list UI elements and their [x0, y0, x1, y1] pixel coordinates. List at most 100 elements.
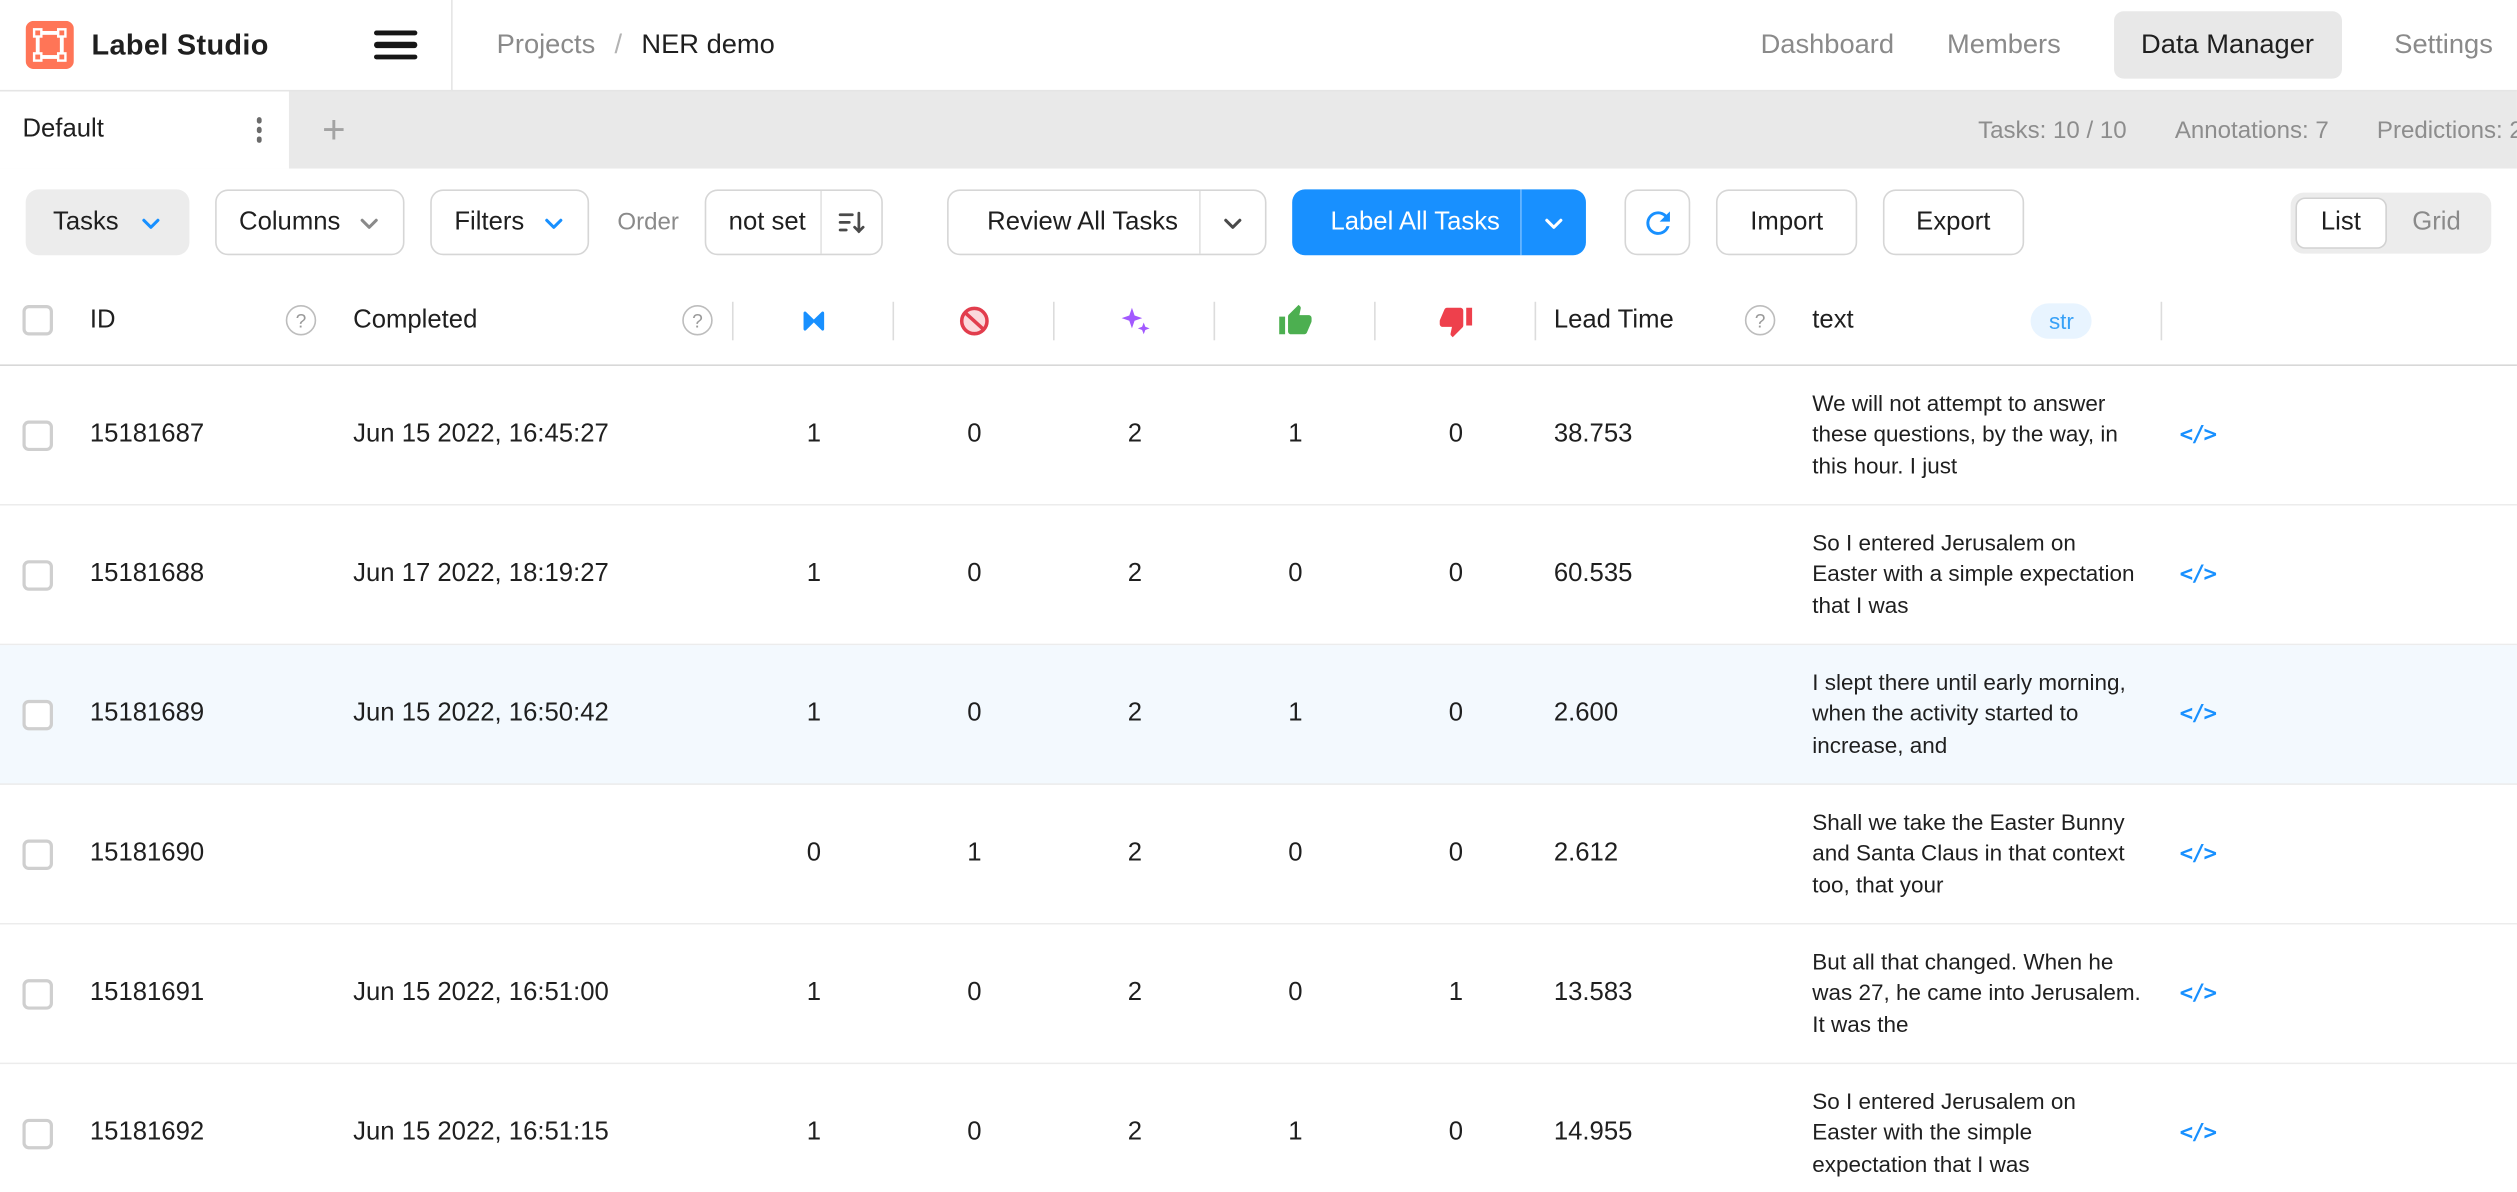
- thumbs-up-icon: [1278, 303, 1313, 338]
- row-checkbox-cell: [0, 559, 74, 589]
- table-row[interactable]: 15181690 0 1 2 0 0 2.612 Shall we take t…: [0, 785, 2517, 925]
- task-text-cell: So I entered Jerusalem on Easter with th…: [1793, 1064, 2162, 1192]
- task-rejected-count: 0: [1376, 1119, 1537, 1148]
- row-checkbox[interactable]: [22, 699, 52, 729]
- row-checkbox[interactable]: [22, 978, 52, 1008]
- table-row[interactable]: 15181691 Jun 15 2022, 16:51:00 1 0 2 0 1…: [0, 925, 2517, 1065]
- tab-default[interactable]: Default: [0, 91, 289, 168]
- column-header-text[interactable]: text str: [1793, 276, 2162, 364]
- row-checkbox-cell: [0, 420, 74, 450]
- table-row[interactable]: 15181687 Jun 15 2022, 16:45:27 1 0 2 1 0…: [0, 366, 2517, 506]
- row-checkbox[interactable]: [22, 559, 52, 589]
- chevron-down-icon: [1543, 211, 1565, 233]
- view-grid-button[interactable]: Grid: [2387, 197, 2487, 248]
- table-row[interactable]: 15181688 Jun 17 2022, 18:19:27 1 0 2 0 0…: [0, 506, 2517, 646]
- column-header-reviews-rejected[interactable]: [1376, 276, 1537, 364]
- label-studio-logo-icon: [26, 21, 74, 69]
- code-icon[interactable]: </>: [2180, 981, 2216, 1007]
- columns-dropdown-button[interactable]: Columns: [215, 189, 405, 255]
- nav-settings[interactable]: Settings: [2394, 29, 2493, 61]
- add-tab-button[interactable]: +: [289, 91, 379, 168]
- breadcrumb: Projects / NER demo: [497, 29, 775, 61]
- code-icon[interactable]: </>: [2180, 422, 2216, 448]
- task-annotations-count: 1: [734, 1119, 895, 1148]
- task-text-cell: So I entered Jerusalem on Easter with a …: [1793, 506, 2162, 644]
- review-all-tasks-button[interactable]: Review All Tasks: [947, 189, 1266, 255]
- task-text: So I entered Jerusalem on Easter with th…: [1812, 1086, 2143, 1180]
- help-icon: ?: [286, 305, 316, 335]
- sort-order-icon: [836, 207, 866, 237]
- task-table-body: 15181687 Jun 15 2022, 16:45:27 1 0 2 1 0…: [0, 366, 2517, 1192]
- export-label: Export: [1916, 208, 1990, 237]
- task-id: 15181688: [74, 560, 337, 589]
- code-icon[interactable]: </>: [2180, 701, 2216, 727]
- task-source-cell: </>: [2162, 701, 2233, 727]
- task-text: We will not attempt to answer these ques…: [1812, 388, 2143, 482]
- data-manager-toolbar: Tasks Columns Filters Order not set Revi…: [0, 169, 2517, 277]
- hamburger-menu-icon[interactable]: [375, 30, 418, 60]
- row-checkbox[interactable]: [22, 839, 52, 869]
- select-all-checkbox[interactable]: [22, 305, 52, 335]
- export-button[interactable]: Export: [1882, 189, 2024, 255]
- column-header-completed[interactable]: Completed ?: [337, 276, 733, 364]
- tasks-dropdown-button[interactable]: Tasks: [26, 189, 190, 255]
- stat-predictions: Predictions: 20: [2377, 116, 2517, 143]
- nav-dashboard[interactable]: Dashboard: [1761, 29, 1895, 61]
- nav-data-manager[interactable]: Data Manager: [2114, 11, 2342, 78]
- code-icon[interactable]: </>: [2180, 562, 2216, 588]
- column-text-label: text: [1812, 306, 1853, 335]
- row-checkbox[interactable]: [22, 1118, 52, 1148]
- task-lead-time: 60.535: [1536, 560, 1793, 589]
- task-completed-date: Jun 15 2022, 16:51:15: [337, 1119, 733, 1148]
- review-all-tasks-label: Review All Tasks: [987, 208, 1178, 237]
- task-annotations-count: 0: [734, 840, 895, 869]
- task-rejected-count: 0: [1376, 700, 1537, 729]
- select-all-cell: [0, 276, 74, 364]
- import-button[interactable]: Import: [1717, 189, 1857, 255]
- chevron-down-icon: [140, 211, 162, 233]
- topbar-divider: [452, 0, 454, 91]
- code-icon[interactable]: </>: [2180, 841, 2216, 867]
- breadcrumb-separator: /: [615, 29, 623, 61]
- column-header-reviews-accepted[interactable]: [1215, 276, 1376, 364]
- tab-default-label: Default: [22, 116, 103, 145]
- task-text-cell: We will not attempt to answer these ques…: [1793, 366, 2162, 504]
- task-cancelled-count: 0: [894, 1119, 1055, 1148]
- task-source-cell: </>: [2162, 841, 2233, 867]
- table-row[interactable]: 15181692 Jun 15 2022, 16:51:15 1 0 2 1 0…: [0, 1064, 2517, 1192]
- order-value-button[interactable]: not set: [705, 189, 883, 255]
- cancelled-annotations-icon: [957, 303, 992, 338]
- column-header-lead-time[interactable]: Lead Time ?: [1536, 276, 1793, 364]
- task-cancelled-count: 0: [894, 700, 1055, 729]
- refresh-button[interactable]: [1625, 189, 1691, 255]
- table-row[interactable]: 15181689 Jun 15 2022, 16:50:42 1 0 2 1 0…: [0, 645, 2517, 785]
- row-checkbox[interactable]: [22, 420, 52, 450]
- view-list-button[interactable]: List: [2295, 197, 2386, 248]
- task-rejected-count: 1: [1376, 979, 1537, 1008]
- breadcrumb-projects-link[interactable]: Projects: [497, 29, 596, 61]
- nav-members[interactable]: Members: [1947, 29, 2061, 61]
- task-annotations-count: 1: [734, 979, 895, 1008]
- project-stats: Tasks: 10 / 10 Annotations: 7 Prediction…: [1978, 91, 2517, 168]
- tab-options-kebab-icon[interactable]: [250, 111, 268, 148]
- filters-dropdown-button[interactable]: Filters: [430, 189, 588, 255]
- column-header-annotations[interactable]: [734, 276, 895, 364]
- task-id: 15181692: [74, 1119, 337, 1148]
- task-predictions-count: 2: [1055, 560, 1216, 589]
- column-header-id[interactable]: ID ?: [74, 276, 337, 364]
- column-header-cancelled[interactable]: [894, 276, 1055, 364]
- top-navigation: Dashboard Members Data Manager Settings: [1761, 11, 2517, 78]
- breadcrumb-current-project: NER demo: [641, 29, 774, 61]
- task-completed-date: Jun 15 2022, 16:45:27: [337, 421, 733, 450]
- label-all-tasks-button[interactable]: Label All Tasks: [1292, 189, 1587, 255]
- column-header-predictions[interactable]: [1055, 276, 1216, 364]
- task-lead-time: 13.583: [1536, 979, 1793, 1008]
- column-completed-label: Completed: [353, 306, 477, 335]
- code-icon[interactable]: </>: [2180, 1120, 2216, 1146]
- task-predictions-count: 2: [1055, 979, 1216, 1008]
- task-accepted-count: 0: [1215, 560, 1376, 589]
- task-id: 15181687: [74, 421, 337, 450]
- row-checkbox-cell: [0, 1118, 74, 1148]
- task-source-cell: </>: [2162, 1120, 2233, 1146]
- column-lead-time-label: Lead Time: [1554, 306, 1674, 335]
